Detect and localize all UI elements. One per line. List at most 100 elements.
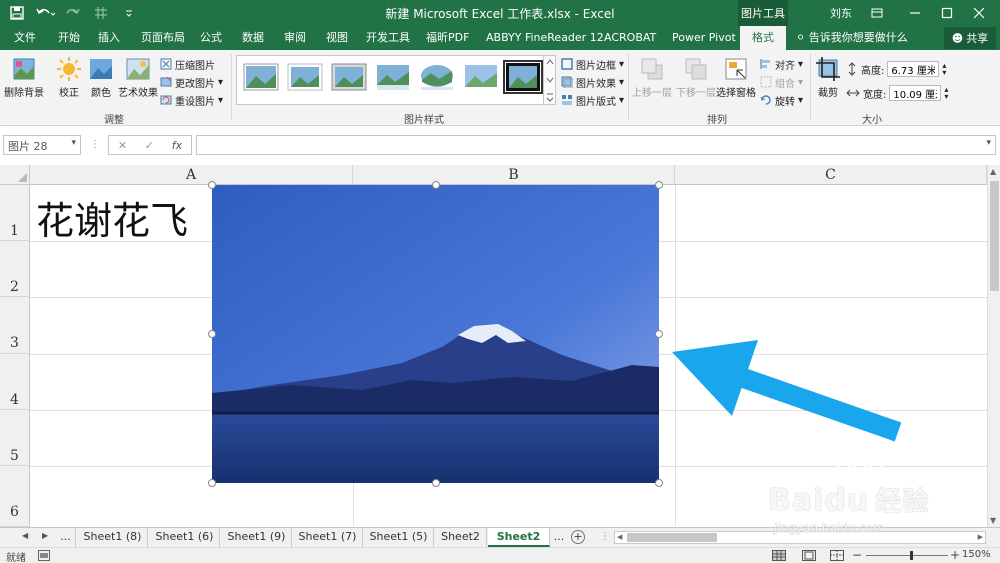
- tab-view[interactable]: 视图: [324, 26, 350, 50]
- picture-effects-button[interactable]: 图片效果 ▾: [561, 74, 624, 90]
- align-button[interactable]: 对齐 ▾: [760, 56, 803, 72]
- scroll-up-icon[interactable]: ▲: [990, 167, 996, 176]
- send-backward-button[interactable]: 下移一层: [676, 56, 716, 99]
- cell-a1-text[interactable]: 花谢花飞: [36, 190, 188, 245]
- tab-developer[interactable]: 开发工具: [364, 26, 412, 50]
- picture-style-2[interactable]: [287, 62, 323, 92]
- sheet-tab-sheet1-9[interactable]: Sheet1 (9): [222, 528, 292, 547]
- more-options-icon[interactable]: ⋮: [600, 531, 610, 542]
- resize-handle-top[interactable]: [432, 181, 440, 189]
- crop-button[interactable]: 裁剪: [815, 56, 841, 99]
- tab-page-layout[interactable]: 页面布局: [139, 26, 187, 50]
- picture-style-3[interactable]: [331, 62, 367, 92]
- tab-abbyy[interactable]: ABBYY FineReader 12: [484, 26, 606, 50]
- new-sheet-button[interactable]: +: [571, 530, 585, 544]
- selected-picture[interactable]: [208, 181, 663, 487]
- user-name[interactable]: 刘东: [830, 5, 852, 21]
- tab-formulas[interactable]: 公式: [198, 26, 224, 50]
- sheet-tab-more-right[interactable]: ...: [550, 528, 568, 547]
- picture-style-5[interactable]: [419, 62, 455, 92]
- remove-background-button[interactable]: 删除背景: [4, 56, 44, 99]
- compress-pictures-button[interactable]: 压缩图片: [160, 56, 215, 72]
- scroll-sheets-left-icon[interactable]: ◀: [22, 531, 28, 540]
- scroll-sheets-right-icon[interactable]: ▶: [42, 531, 48, 540]
- corrections-button[interactable]: 校正: [56, 56, 82, 99]
- row-header-6[interactable]: 6: [0, 466, 30, 527]
- width-spinner[interactable]: ▴ ▾: [944, 86, 948, 101]
- zoom-in-icon[interactable]: +: [950, 548, 960, 562]
- width-input[interactable]: [889, 85, 942, 101]
- select-all-corner[interactable]: [0, 165, 30, 185]
- picture-style-4[interactable]: [375, 62, 411, 92]
- tab-review[interactable]: 审阅: [282, 26, 308, 50]
- zoom-out-icon[interactable]: −: [852, 548, 862, 562]
- row-header-2[interactable]: 2: [0, 241, 30, 297]
- group-button[interactable]: 组合 ▾: [760, 74, 803, 90]
- row-header-1[interactable]: 1: [0, 185, 30, 241]
- horizontal-scroll-thumb[interactable]: [627, 533, 717, 542]
- sheet-tab-sheet1-8[interactable]: Sheet1 (8): [78, 528, 148, 547]
- insert-function-button[interactable]: fx: [172, 139, 182, 152]
- resize-handle-left[interactable]: [208, 330, 216, 338]
- tab-home[interactable]: 开始: [56, 26, 82, 50]
- column-header-b[interactable]: B: [353, 165, 675, 185]
- ribbon-display-options-icon[interactable]: [862, 0, 892, 26]
- picture-style-1[interactable]: [243, 62, 279, 92]
- resize-handle-bottom-right[interactable]: [655, 479, 663, 487]
- sheet-tab-sheet1-7[interactable]: Sheet1 (7): [293, 528, 363, 547]
- column-header-c[interactable]: C: [675, 165, 987, 185]
- formula-input[interactable]: ▾: [196, 135, 996, 155]
- artistic-effects-button[interactable]: 艺术效果: [118, 56, 158, 99]
- tab-file[interactable]: 文件: [12, 26, 38, 50]
- picture-border-button[interactable]: 图片边框 ▾: [561, 56, 624, 72]
- tab-format[interactable]: 格式: [740, 26, 786, 50]
- cancel-entry-icon[interactable]: ✕: [118, 139, 127, 152]
- minimize-icon[interactable]: [900, 0, 930, 26]
- tab-insert[interactable]: 插入: [96, 26, 122, 50]
- vertical-scrollbar[interactable]: ▲ ▼: [987, 165, 1000, 527]
- resize-handle-bottom-left[interactable]: [208, 479, 216, 487]
- reset-picture-button[interactable]: 重设图片 ▾: [160, 92, 223, 108]
- name-box[interactable]: 图片 28 ▾: [3, 135, 81, 155]
- picture-layout-button[interactable]: 图片版式 ▾: [561, 92, 624, 108]
- picture-style-7-selected[interactable]: [503, 60, 543, 94]
- row-header-4[interactable]: 4: [0, 354, 30, 410]
- tab-acrobat[interactable]: ACROBAT: [602, 26, 658, 50]
- confirm-entry-icon[interactable]: ✓: [145, 139, 154, 152]
- column-header-a[interactable]: A: [30, 165, 353, 185]
- row-header-5[interactable]: 5: [0, 410, 30, 466]
- resize-handle-top-right[interactable]: [655, 181, 663, 189]
- bring-forward-button[interactable]: 上移一层: [632, 56, 672, 99]
- scroll-down-icon[interactable]: ▼: [990, 516, 996, 525]
- tab-power-pivot[interactable]: Power Pivot: [670, 26, 738, 50]
- rotate-button[interactable]: 旋转 ▾: [760, 92, 803, 108]
- tell-me-search[interactable]: ⚪ 告诉我你想要做什么: [796, 26, 908, 50]
- height-input[interactable]: [887, 61, 940, 77]
- normal-view-icon[interactable]: [772, 550, 786, 561]
- expand-formula-icon[interactable]: ▾: [986, 138, 991, 148]
- height-spinner[interactable]: ▴ ▾: [942, 62, 946, 77]
- resize-handle-top-left[interactable]: [208, 181, 216, 189]
- close-icon[interactable]: [964, 0, 994, 26]
- zoom-slider[interactable]: [866, 551, 948, 560]
- page-break-preview-icon[interactable]: [830, 550, 844, 561]
- sheet-tab-sheet2[interactable]: Sheet2: [435, 528, 487, 547]
- sheet-tab-more-left[interactable]: ...: [56, 528, 76, 547]
- page-layout-view-icon[interactable]: [802, 550, 816, 561]
- picture-style-6[interactable]: [463, 62, 499, 92]
- vertical-scroll-thumb[interactable]: [990, 181, 999, 291]
- share-button[interactable]: ☻ 共享: [944, 27, 996, 49]
- zoom-slider-thumb[interactable]: [910, 551, 913, 560]
- selection-pane-button[interactable]: 选择窗格: [716, 56, 756, 99]
- tab-foxit-pdf[interactable]: 福昕PDF: [424, 26, 471, 50]
- tab-data[interactable]: 数据: [240, 26, 266, 50]
- sheet-tab-sheet1-6[interactable]: Sheet1 (6): [150, 528, 220, 547]
- row-header-3[interactable]: 3: [0, 297, 30, 354]
- sheet-tab-sheet1-5[interactable]: Sheet1 (5): [364, 528, 434, 547]
- maximize-icon[interactable]: [932, 0, 962, 26]
- scroll-left-icon[interactable]: ◀: [617, 533, 622, 541]
- color-button[interactable]: 颜色: [88, 56, 114, 99]
- macro-record-icon[interactable]: [38, 550, 50, 561]
- gallery-scroll[interactable]: [544, 55, 556, 105]
- sheet-tab-sheet2-2[interactable]: Sheet2 (2): [488, 528, 550, 561]
